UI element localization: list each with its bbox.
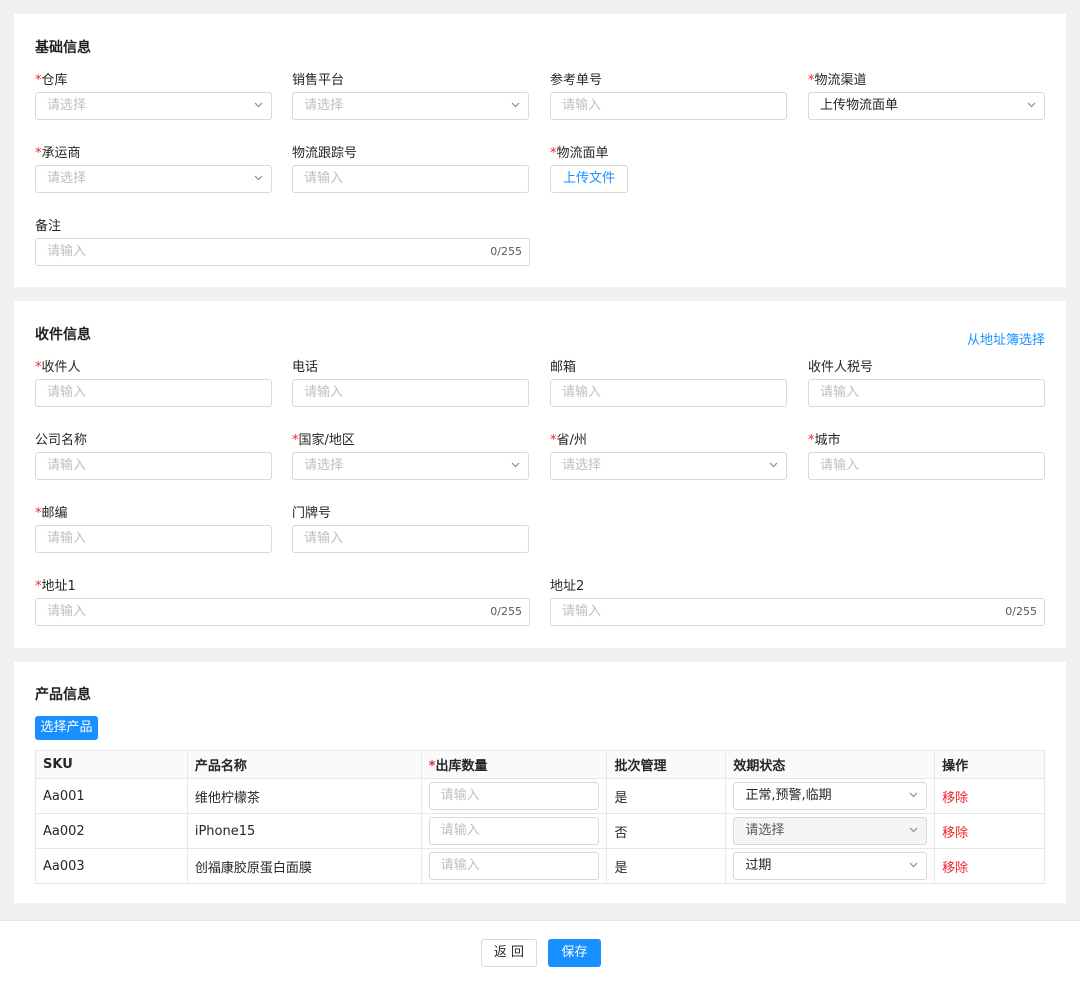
ref-no-label: 参考单号 [550,73,603,88]
product-name-cell: iPhone15 [186,813,422,849]
back-button[interactable]: 返 回 [481,939,537,967]
remove-link[interactable]: 移除 [942,861,968,876]
warehouse-select[interactable]: 请选择 [35,92,272,120]
batch-cell: 是 [606,848,727,884]
qty-input[interactable]: 请输入 [428,852,600,880]
col-header-name: 产品名称 [186,750,422,779]
chevron-down-icon [254,102,263,110]
section-title: 收件信息 [35,327,91,343]
channel-select[interactable]: 上传物流面单 [808,92,1045,120]
save-button[interactable]: 保存 [548,939,601,967]
recipient-name-input[interactable]: 请输入 [35,379,272,407]
remark-label: 备注 [35,219,62,234]
col-header-expiry: 效期状态 [725,750,936,779]
table-header-row: SKU 产品名称 *出库数量 批次管理 效期状态 操作 [35,750,1045,779]
chevron-down-icon [909,792,918,800]
remark-input[interactable]: 请输入 0/255 [35,238,530,266]
table-row: Aa003 创福康胶原蛋白面膜 请输入 是 过期 移除 [35,848,1045,884]
postcode-label: *邮编 [35,506,68,521]
tracking-label: 物流跟踪号 [292,146,358,161]
door-no-input[interactable]: 请输入 [292,525,529,553]
recipient-info-card: 收件信息 从地址簿选择 *收件人 请输入 电话 请输入 邮箱 请输入 收件人税号… [14,301,1066,648]
recipient-name-label: *收件人 [35,360,81,375]
chevron-down-icon [511,102,520,110]
phone-label: 电话 [292,360,319,375]
sku-cell: Aa002 [35,813,188,849]
address2-input[interactable]: 请输入 0/255 [550,598,1045,626]
upload-file-button[interactable]: 上传文件 [550,165,628,193]
country-label: *国家/地区 [292,433,355,448]
basic-info-card: 基础信息 *仓库 请选择 销售平台 请选择 参考单号 请输入 *物流渠道 上传物… [14,14,1066,287]
label-sheet-label: *物流面单 [550,146,609,161]
chevron-down-icon [511,462,520,470]
col-header-action: 操作 [934,750,1045,779]
province-label: *省/州 [550,433,587,448]
qty-input[interactable]: 请输入 [428,782,600,810]
chevron-down-icon [909,862,918,870]
col-header-qty: *出库数量 [420,750,608,779]
carrier-label: *承运商 [35,146,81,161]
warehouse-label: *仓库 [35,73,68,88]
section-title: 基础信息 [35,40,91,56]
email-input[interactable]: 请输入 [550,379,787,407]
footer-bar: 返 回 保存 [0,920,1080,982]
address-book-link[interactable]: 从地址簿选择 [967,329,1045,348]
door-no-label: 门牌号 [292,506,332,521]
col-header-sku: SKU [35,750,188,779]
address2-label: 地址2 [550,579,585,594]
product-name-cell: 维他柠檬茶 [186,778,422,814]
expiry-select[interactable]: 请选择 [733,817,928,845]
company-input[interactable]: 请输入 [35,452,272,480]
company-label: 公司名称 [35,433,88,448]
tax-no-label: 收件人税号 [808,360,874,375]
ref-no-input[interactable]: 请输入 [550,92,787,120]
postcode-input[interactable]: 请输入 [35,525,272,553]
city-label: *城市 [808,433,841,448]
sku-cell: Aa001 [35,778,188,814]
email-label: 邮箱 [550,360,577,375]
address1-input[interactable]: 请输入 0/255 [35,598,530,626]
char-counter: 0/255 [490,245,522,258]
product-table: SKU 产品名称 *出库数量 批次管理 效期状态 操作 Aa001 维他柠檬茶 … [35,750,1045,884]
city-input[interactable]: 请输入 [808,452,1045,480]
char-counter: 0/255 [1005,605,1037,618]
product-info-card: 产品信息 选择产品 SKU 产品名称 *出库数量 批次管理 效期状态 操作 Aa… [14,662,1066,903]
section-title: 产品信息 [35,687,91,703]
batch-cell: 是 [606,778,727,814]
address1-label: *地址1 [35,579,76,594]
channel-label: *物流渠道 [808,73,867,88]
product-name-cell: 创福康胶原蛋白面膜 [186,848,422,884]
tax-no-input[interactable]: 请输入 [808,379,1045,407]
country-select[interactable]: 请选择 [292,452,529,480]
carrier-select[interactable]: 请选择 [35,165,272,193]
table-row: Aa002 iPhone15 请输入 否 请选择 移除 [35,813,1045,849]
expiry-select[interactable]: 正常,预警,临期 [733,782,928,810]
expiry-select[interactable]: 过期 [733,852,928,880]
table-row: Aa001 维他柠檬茶 请输入 是 正常,预警,临期 移除 [35,778,1045,814]
phone-input[interactable]: 请输入 [292,379,529,407]
tracking-input[interactable]: 请输入 [292,165,529,193]
platform-select[interactable]: 请选择 [292,92,529,120]
remove-link[interactable]: 移除 [942,826,968,841]
sku-cell: Aa003 [35,848,188,884]
province-select[interactable]: 请选择 [550,452,787,480]
chevron-down-icon [1027,102,1036,110]
chevron-down-icon [769,462,778,470]
char-counter: 0/255 [490,605,522,618]
qty-input[interactable]: 请输入 [428,817,600,845]
chevron-down-icon [254,175,263,183]
chevron-down-icon [909,827,918,835]
remove-link[interactable]: 移除 [942,791,968,806]
platform-label: 销售平台 [292,73,345,88]
col-header-batch: 批次管理 [606,750,727,779]
select-product-button[interactable]: 选择产品 [35,716,98,740]
batch-cell: 否 [606,813,727,849]
